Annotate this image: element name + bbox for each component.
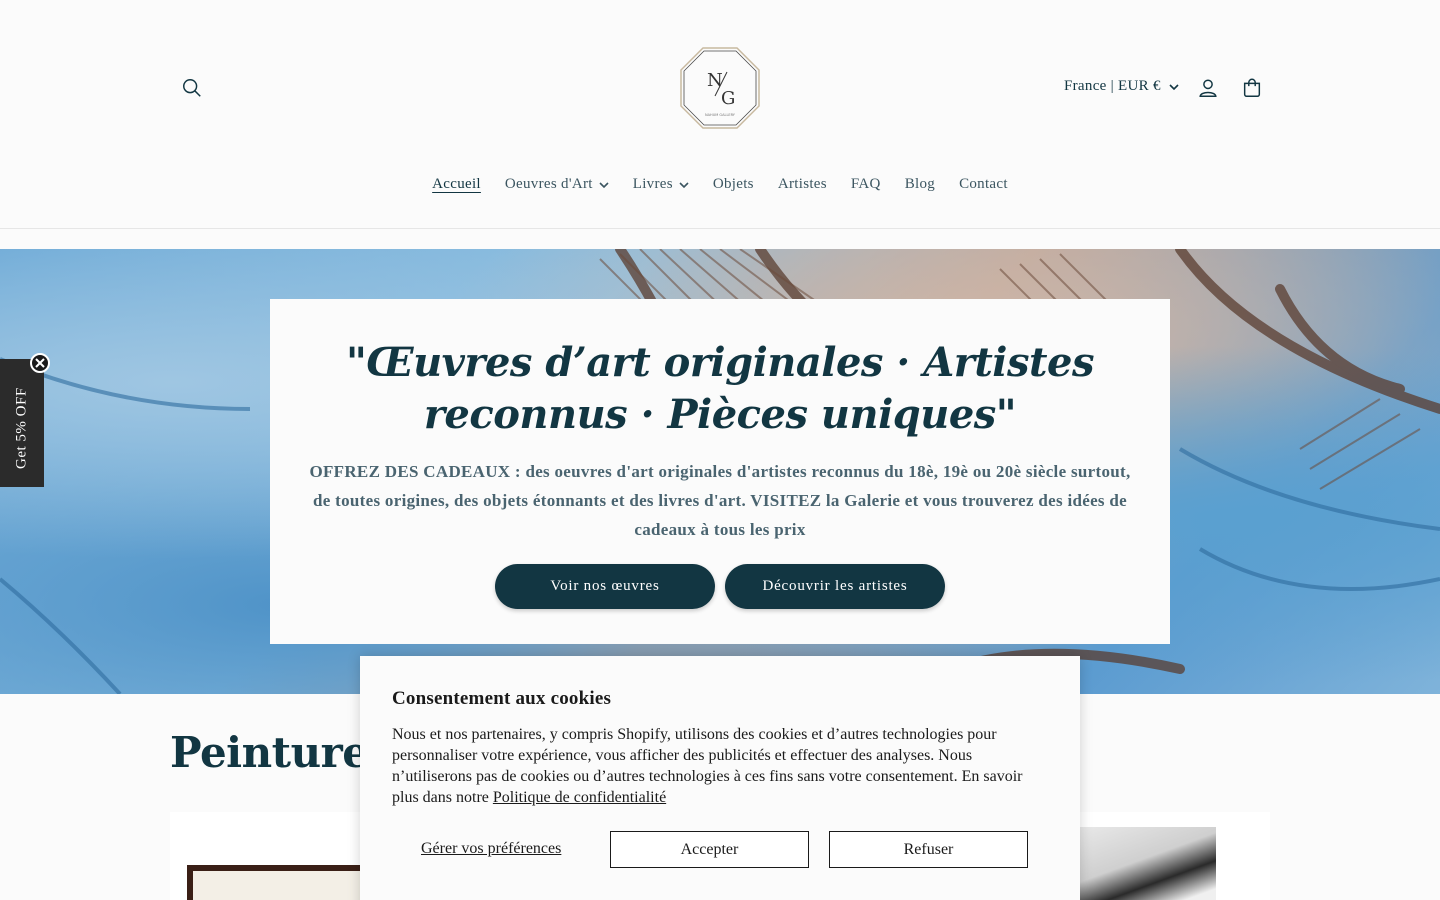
search-icon[interactable] [174,70,210,106]
accept-button[interactable]: Accepter [610,831,809,868]
main-nav: Accueil Oeuvres d'Art Livres Objets Arti… [0,176,1440,193]
svg-text:NAHUM GALLERY: NAHUM GALLERY [705,113,736,117]
chevron-down-icon [1169,83,1179,90]
discount-tab-label: Get 5% OFF [13,387,30,469]
nav-item-blog[interactable]: Blog [893,176,947,193]
product-image[interactable] [187,865,387,900]
manage-preferences-link[interactable]: Gérer vos préférences [421,840,561,858]
nav-item-artistes[interactable]: Artistes [766,176,839,193]
site-header: N G NAHUM GALLERY France | EUR € Accueil… [0,0,1440,229]
hero-buttons: Voir nos œuvres Découvrir les artistes [270,564,1170,609]
nav-item-contact[interactable]: Contact [947,176,1020,193]
cookie-text: Nous et nos partenaires, y compris Shopi… [392,726,1023,806]
site-logo[interactable]: N G NAHUM GALLERY [679,46,761,130]
svg-text:G: G [721,88,735,109]
hero-text: OFFREZ DES CADEAUX : des oeuvres d'art o… [309,462,1131,539]
cookie-actions: Gérer vos préférences Accepter Refuser [392,831,1028,868]
cookie-title: Consentement aux cookies [392,688,612,709]
product-image[interactable] [1076,827,1216,900]
hero-content-box: "Œuvres d’art originales · Artistes reco… [270,299,1170,644]
nav-item-livres[interactable]: Livres [621,176,701,193]
cookie-consent-dialog: Consentement aux cookies Nous et nos par… [360,656,1080,900]
nav-item-oeuvres[interactable]: Oeuvres d'Art [493,176,621,193]
nav-item-objets[interactable]: Objets [701,176,766,193]
chevron-down-icon [679,181,689,188]
bag-icon[interactable] [1234,70,1270,106]
locale-label: France | EUR € [1064,78,1161,94]
hero-banner: "Œuvres d’art originales · Artistes reco… [0,249,1440,694]
privacy-policy-link[interactable]: Politique de confidentialité [493,789,666,806]
section-title: Peintures [170,728,392,777]
nav-item-accueil[interactable]: Accueil [420,176,493,193]
view-works-button[interactable]: Voir nos œuvres [495,564,715,609]
hero-title: "Œuvres d’art originales · Artistes reco… [346,339,1094,438]
refuse-button[interactable]: Refuser [829,831,1028,868]
discount-tab[interactable]: Get 5% OFF [0,359,44,487]
discover-artists-button[interactable]: Découvrir les artistes [725,564,945,609]
locale-selector[interactable]: France | EUR € [1064,78,1179,95]
chevron-down-icon [599,181,609,188]
user-icon[interactable] [1190,70,1226,106]
close-icon[interactable] [30,353,50,373]
nav-item-faq[interactable]: FAQ [839,176,893,193]
